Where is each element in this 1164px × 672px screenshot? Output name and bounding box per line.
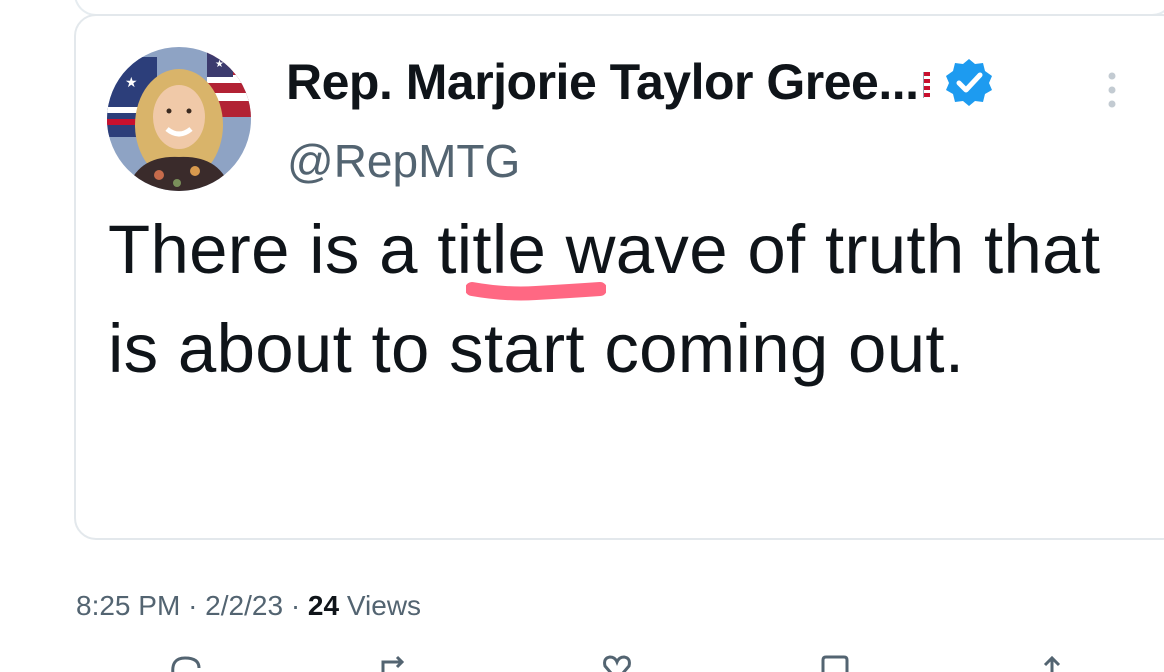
meta-separator: · [188,590,206,621]
reply-icon[interactable] [165,652,205,672]
us-flag-emoji-icon [922,72,930,98]
verified-badge-icon [945,59,992,106]
svg-text:★: ★ [125,75,138,91]
tweet-text: There is a title wave of truth that is a… [108,211,1101,387]
views-count[interactable]: 24 [308,590,339,621]
avatar[interactable]: ★ ★ [107,47,251,191]
meta-separator: · [290,590,308,621]
heart-icon[interactable] [597,652,637,672]
author-name-row: Rep. Marjorie Taylor Gree... [286,52,994,112]
retweet-icon[interactable] [375,652,415,672]
author-handle[interactable]: @RepMTG [287,134,520,188]
highlight-underline-mark [466,282,606,301]
views-label: Views [346,590,422,621]
bookmark-icon[interactable] [815,652,855,672]
share-icon[interactable] [1032,652,1072,672]
more-options-icon[interactable] [1102,70,1122,114]
tweet-meta: 8:25 PM · 2/2/23 · 24 Views [76,590,421,622]
tweet-page: ★ ★ Rep. Marjorie Taylor Gree... @RepMTG… [0,0,1164,672]
author-display-name[interactable]: Rep. Marjorie Taylor Gree... [286,53,919,111]
tweet-action-bar [0,652,1164,672]
tweet-time[interactable]: 8:25 PM [76,590,180,621]
tweet-date[interactable]: 2/2/23 [205,590,283,621]
avatar-photo: ★ ★ [107,47,251,191]
